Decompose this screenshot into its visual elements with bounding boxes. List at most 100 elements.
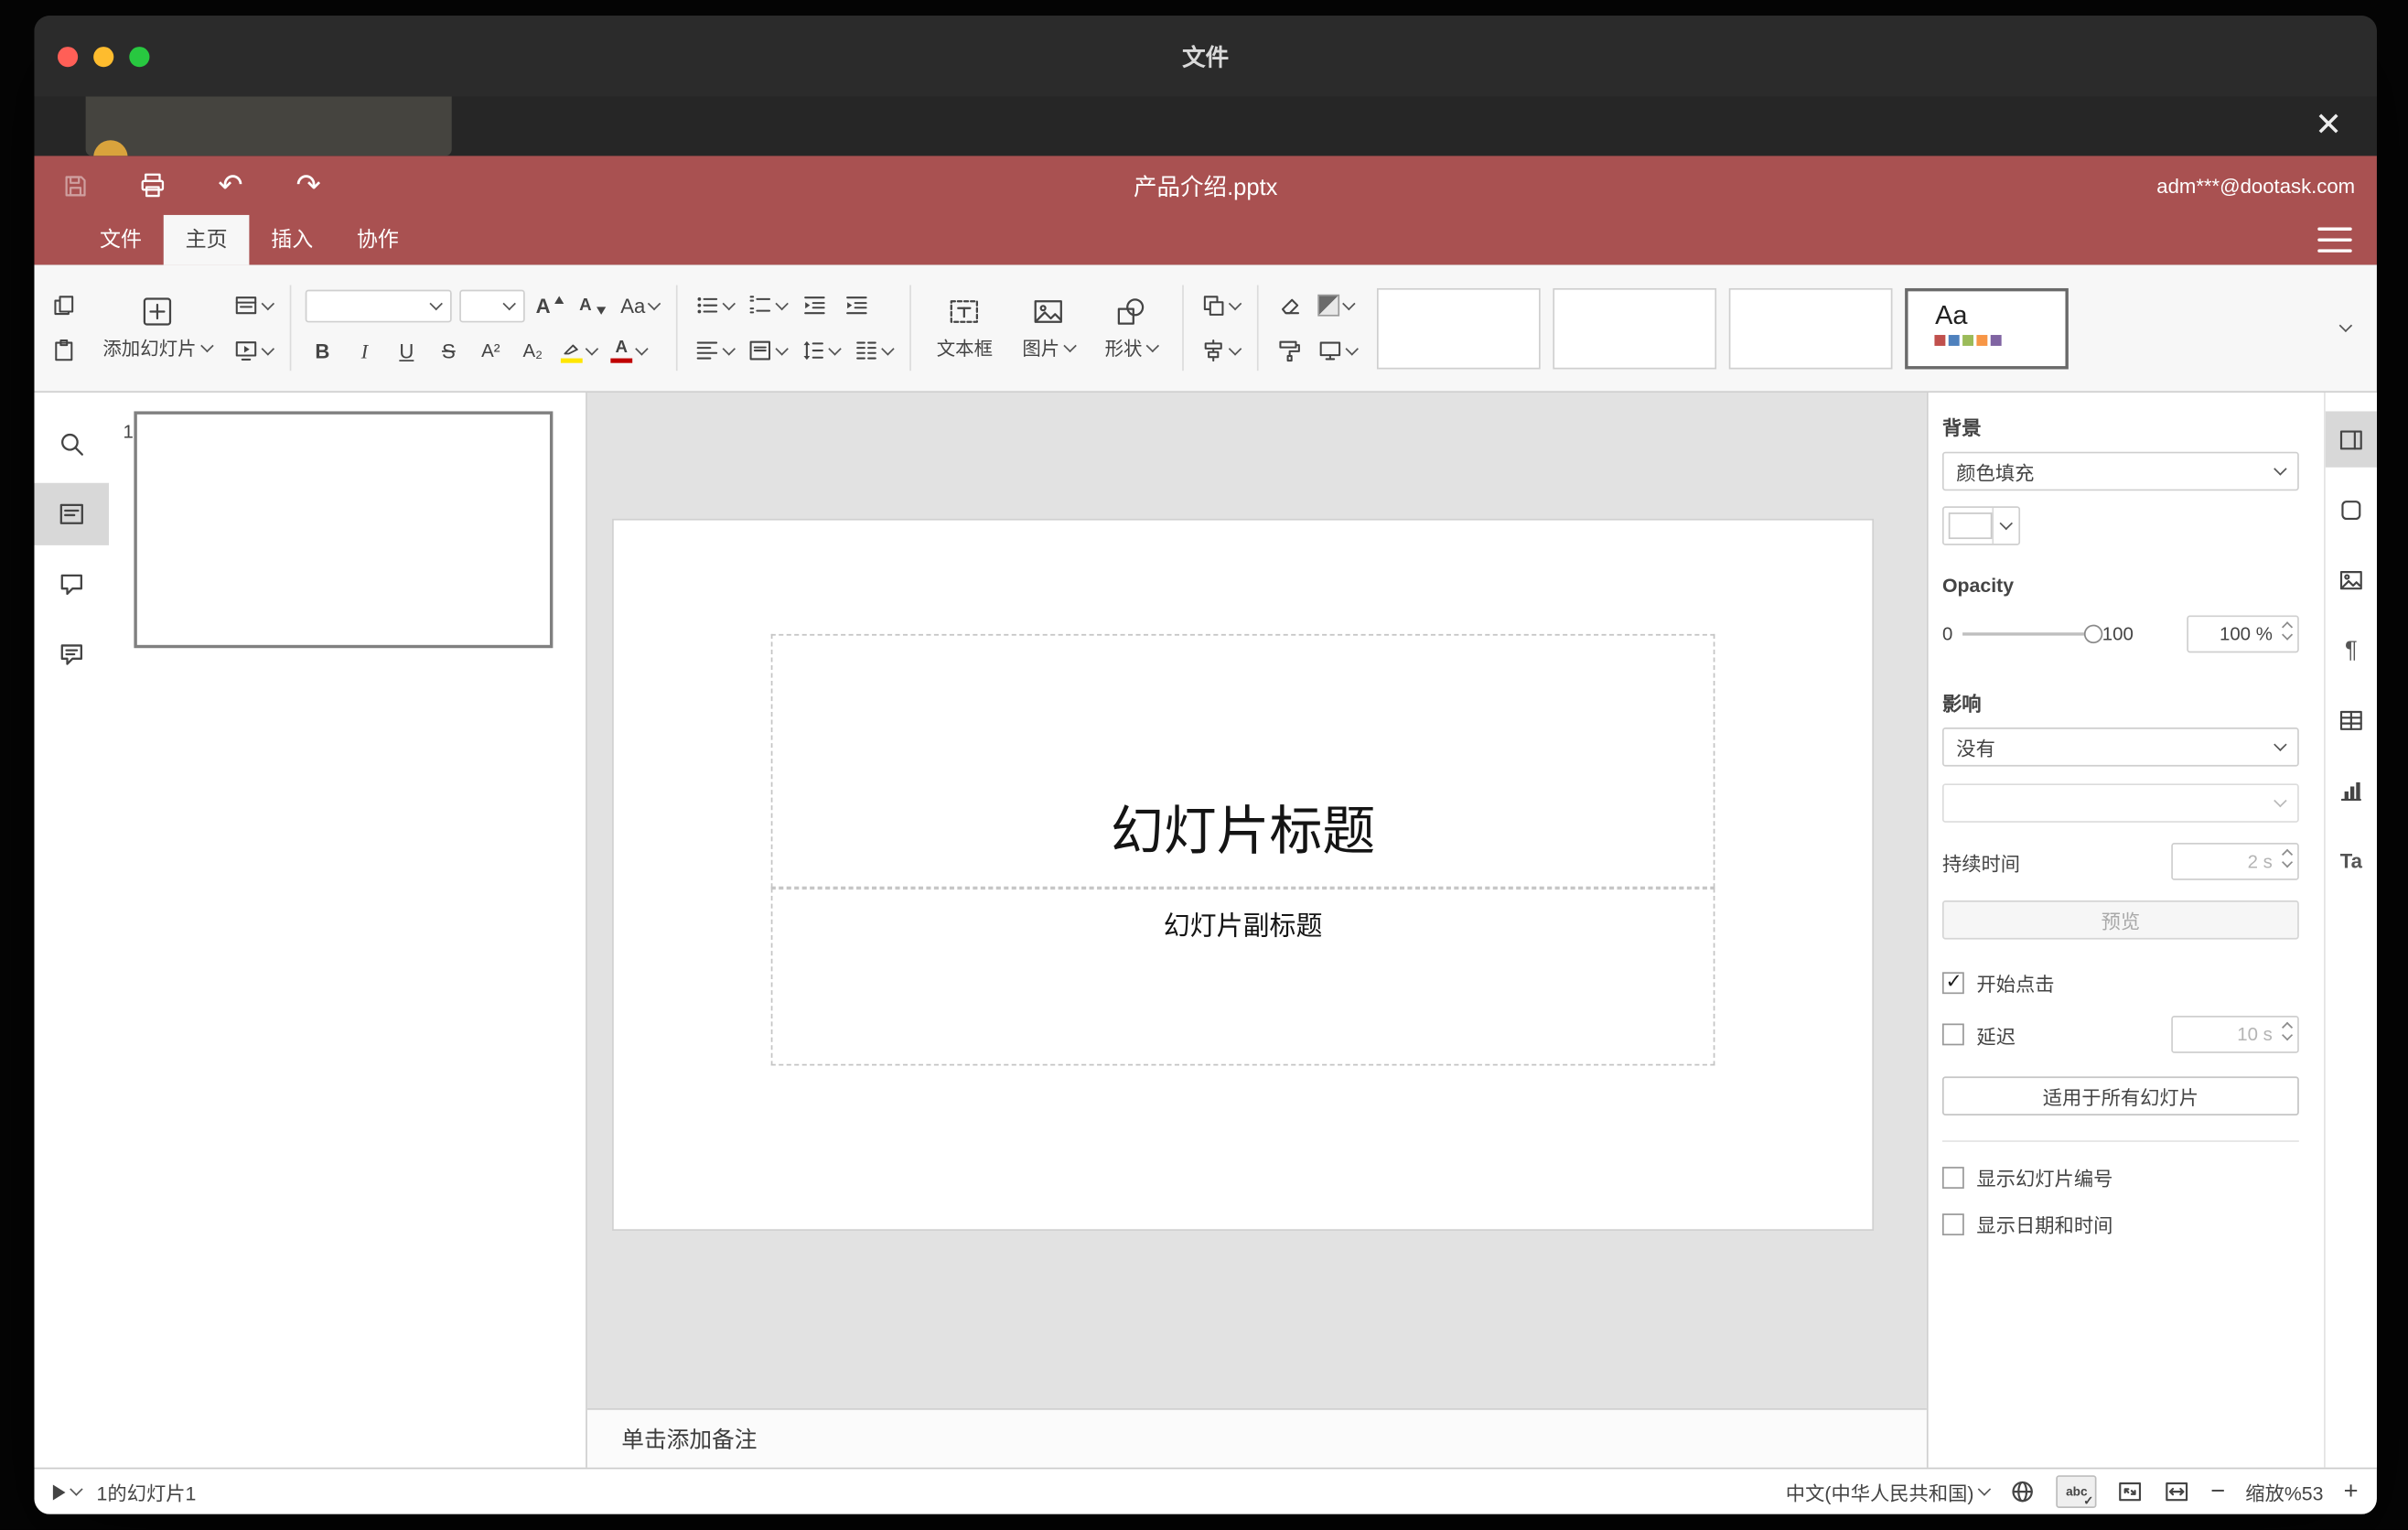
preview-button[interactable]: 预览 xyxy=(1941,900,2299,940)
menu-icon[interactable] xyxy=(2317,227,2352,253)
print-icon[interactable] xyxy=(134,167,171,204)
theme-gallery-expand-button[interactable] xyxy=(2327,287,2364,369)
italic-button[interactable]: I xyxy=(348,333,382,367)
slide-size-button[interactable] xyxy=(1315,333,1360,367)
decrease-font-button[interactable]: A xyxy=(575,288,609,322)
start-slideshow-button[interactable] xyxy=(231,333,275,367)
show-date-time-checkbox[interactable] xyxy=(1941,1212,1964,1235)
background-fill-select[interactable]: 颜色填充 xyxy=(1941,451,2299,491)
align-shape-button[interactable] xyxy=(1199,333,1243,367)
tab-insert[interactable]: 插入 xyxy=(249,215,335,264)
delay-input[interactable]: 10 s xyxy=(2171,1016,2299,1053)
close-traffic-light[interactable] xyxy=(57,46,79,67)
title-placeholder[interactable]: 幻灯片标题 xyxy=(770,633,1715,889)
zoom-out-button[interactable]: − xyxy=(2210,1479,2225,1503)
paragraph-settings-icon[interactable]: ¶ xyxy=(2325,621,2377,677)
table-settings-icon[interactable] xyxy=(2325,692,2377,748)
shape-fill-button[interactable] xyxy=(1315,288,1357,322)
font-name-select[interactable] xyxy=(305,288,452,322)
slide[interactable]: 幻灯片标题 幻灯片副标题 xyxy=(613,520,1873,1230)
duration-input[interactable]: 2 s xyxy=(2171,843,2299,880)
language-button[interactable]: 中文(中华人民共和国) xyxy=(1786,1477,1992,1506)
vertical-align-button[interactable] xyxy=(745,333,790,367)
opacity-slider[interactable] xyxy=(1962,624,2102,644)
bullet-list-button[interactable] xyxy=(692,288,736,322)
text-box-button[interactable]: 文本框 xyxy=(926,295,1004,361)
clear-style-button[interactable] xyxy=(1274,288,1307,322)
save-icon[interactable] xyxy=(56,167,93,204)
change-layout-button[interactable] xyxy=(231,288,275,322)
show-slide-number-checkbox[interactable] xyxy=(1941,1166,1964,1189)
document-language-icon[interactable] xyxy=(2010,1479,2037,1505)
theme-thumbnail[interactable] xyxy=(1553,287,1717,369)
minimize-traffic-light[interactable] xyxy=(93,46,114,67)
tab-home[interactable]: 主页 xyxy=(163,214,250,265)
chart-settings-icon[interactable] xyxy=(2325,762,2377,818)
theme-thumbnail[interactable] xyxy=(1729,287,1894,369)
insert-shape-button[interactable]: 形状 xyxy=(1094,295,1169,361)
subscript-button[interactable]: A₂ xyxy=(516,333,550,367)
paste-icon[interactable] xyxy=(47,333,81,367)
slider-knob[interactable] xyxy=(2083,624,2102,644)
start-on-click-checkbox[interactable] xyxy=(1941,968,1964,994)
slides-panel-icon[interactable] xyxy=(34,482,110,545)
effect-type-select[interactable] xyxy=(1941,783,2299,823)
comments-icon[interactable] xyxy=(34,553,109,615)
spinner-icon[interactable] xyxy=(2282,621,2294,641)
slide-thumbnail-1[interactable] xyxy=(134,411,554,649)
copy-style-button[interactable] xyxy=(1274,333,1307,367)
subtitle-placeholder[interactable]: 幻灯片副标题 xyxy=(770,888,1715,1066)
theme-thumbnail-selected[interactable]: Aa xyxy=(1905,287,2069,369)
search-icon[interactable] xyxy=(34,413,109,475)
shape-settings-icon[interactable] xyxy=(2325,481,2377,537)
apply-to-all-slides-button[interactable]: 适用于所有幻灯片 xyxy=(1941,1076,2299,1115)
spinner-icon[interactable] xyxy=(2282,848,2294,868)
close-icon[interactable]: ✕ xyxy=(2306,102,2352,149)
image-settings-icon[interactable] xyxy=(2325,552,2377,608)
bold-button[interactable]: B xyxy=(306,333,339,367)
fit-to-slide-icon[interactable] xyxy=(2117,1479,2144,1505)
start-on-click-label: 开始点击 xyxy=(1976,974,2055,996)
effect-select[interactable]: 没有 xyxy=(1941,727,2299,767)
delay-checkbox[interactable] xyxy=(1941,1023,1964,1046)
line-spacing-button[interactable] xyxy=(798,333,843,367)
strikethrough-button[interactable]: S xyxy=(432,333,466,367)
tab-file[interactable]: 文件 xyxy=(78,215,164,264)
change-case-button[interactable]: Aa xyxy=(618,288,662,322)
notes-area[interactable]: 单击添加备注 xyxy=(586,1408,1927,1468)
add-slide-button[interactable]: 添加幻灯片 xyxy=(91,295,222,361)
opacity-input[interactable]: 100 % xyxy=(2187,615,2299,653)
fullscreen-traffic-light[interactable] xyxy=(129,46,150,67)
theme-thumbnail[interactable] xyxy=(1377,287,1542,369)
copy-icon[interactable] xyxy=(47,288,81,322)
slide-canvas[interactable]: 幻灯片标题 幻灯片副标题 xyxy=(587,393,1927,1408)
increase-font-button[interactable]: A xyxy=(532,288,567,322)
eraser-icon xyxy=(1278,293,1303,318)
fit-to-width-icon[interactable] xyxy=(2164,1479,2190,1505)
start-slideshow-status-button[interactable] xyxy=(52,1482,83,1500)
spinner-icon[interactable] xyxy=(2282,1021,2294,1041)
notes-placeholder: 单击添加备注 xyxy=(621,1428,758,1454)
underline-button[interactable]: U xyxy=(390,333,424,367)
slide-settings-icon[interactable] xyxy=(2324,411,2377,468)
superscript-button[interactable]: A² xyxy=(474,333,508,367)
spellcheck-icon[interactable]: abc xyxy=(2056,1475,2097,1508)
horizontal-align-button[interactable] xyxy=(692,333,736,367)
redo-icon[interactable]: ↷ xyxy=(290,167,328,204)
chat-icon[interactable] xyxy=(34,623,109,685)
text-art-settings-icon[interactable]: Ta xyxy=(2325,832,2377,888)
font-color-icon: A xyxy=(610,338,633,362)
tab-collaboration[interactable]: 协作 xyxy=(335,215,421,264)
insert-image-button[interactable]: 图片 xyxy=(1011,295,1086,361)
increase-indent-button[interactable] xyxy=(840,288,874,322)
arrange-shape-button[interactable] xyxy=(1199,288,1243,322)
decrease-indent-button[interactable] xyxy=(798,288,832,322)
zoom-in-button[interactable]: + xyxy=(2344,1479,2359,1503)
background-color-picker[interactable] xyxy=(1941,506,2021,545)
font-color-button[interactable]: A xyxy=(607,333,650,367)
insert-columns-button[interactable] xyxy=(851,333,896,367)
undo-icon[interactable]: ↶ xyxy=(212,167,250,204)
numbered-list-button[interactable] xyxy=(745,288,790,322)
highlight-color-button[interactable] xyxy=(558,333,600,367)
font-size-select[interactable] xyxy=(459,288,525,322)
